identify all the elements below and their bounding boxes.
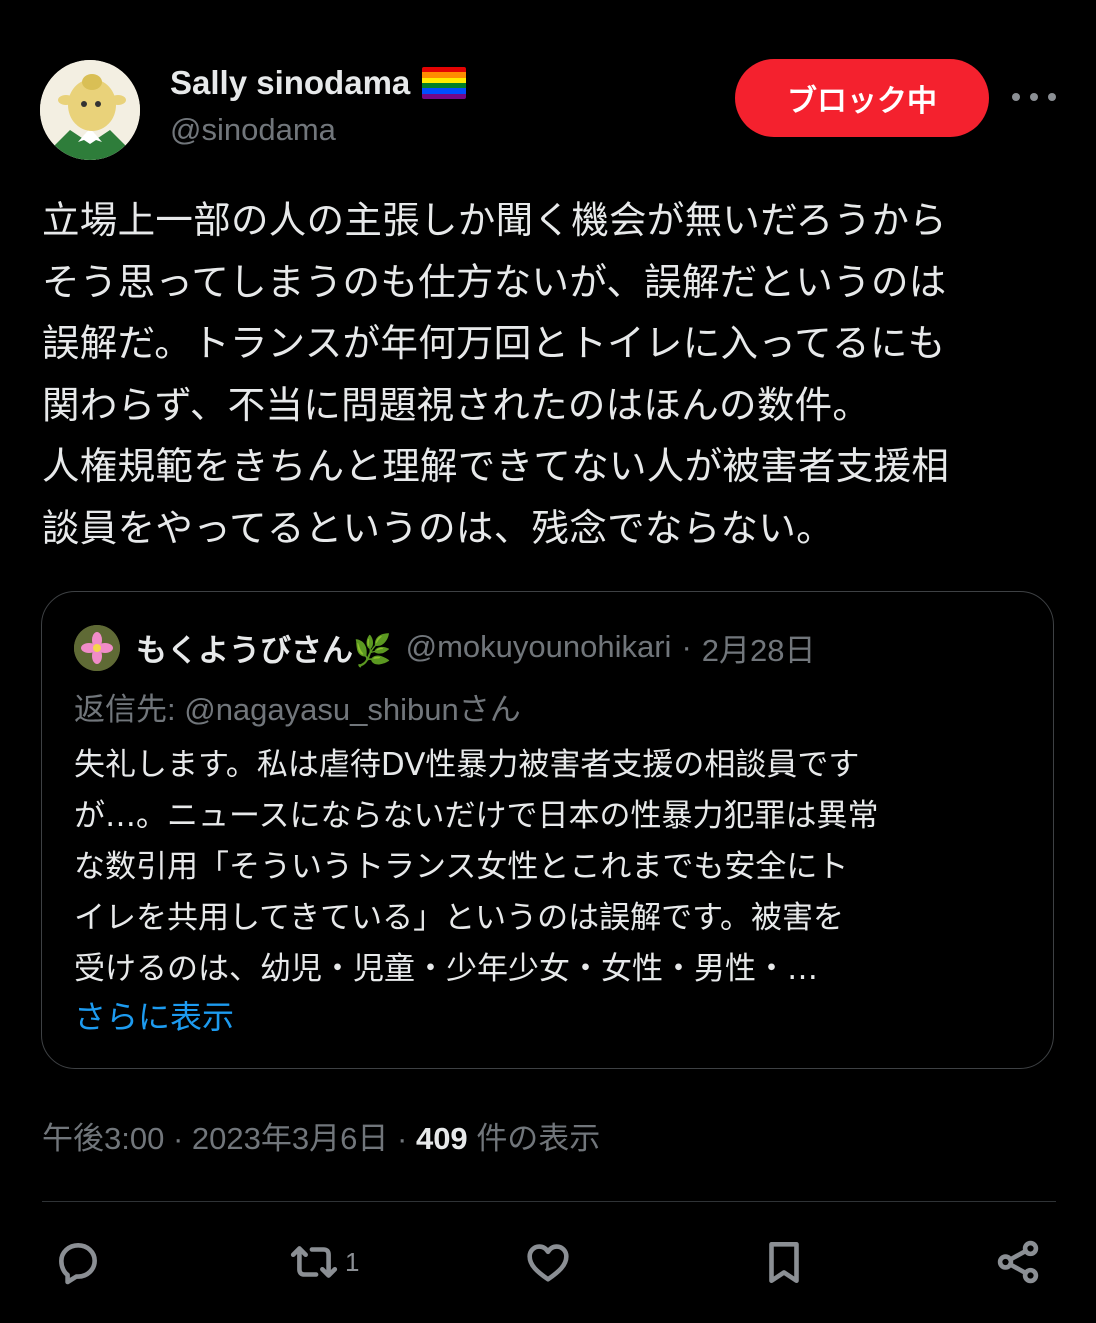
quoted-date: 2月28日 <box>701 632 816 668</box>
retweet-icon <box>290 1246 338 1278</box>
action-bar: 1 <box>0 1230 1096 1300</box>
share-button[interactable] <box>993 1230 1043 1294</box>
tweet-date[interactable]: 2023年3月6日 <box>192 1121 388 1156</box>
meta-separator-2: · <box>397 1121 408 1156</box>
show-more-link[interactable]: さらに表示 <box>74 992 234 1038</box>
quoted-display-name[interactable]: もくようびさん🌿 <box>136 625 392 670</box>
author-names: Sally sinodama @sinodama <box>170 60 467 148</box>
quoted-handle: @mokuyounohikari <box>405 629 672 664</box>
flower-icon <box>74 625 120 671</box>
retweet-count: 1 <box>345 1246 360 1277</box>
rainbow-flag-icon <box>422 67 467 99</box>
tweet-time[interactable]: 午後3:00 <box>42 1121 164 1156</box>
quoted-tweet[interactable]: もくようびさん🌿 @mokuyounohikari · 2月28日 返信先: @… <box>41 591 1054 1069</box>
tweet-header: Sally sinodama @sinodama ブロック中 <box>40 58 1056 162</box>
views-count: 409 <box>415 1121 468 1156</box>
more-horizontal-icon[interactable] <box>1012 82 1056 112</box>
quoted-text: 失礼します。私は虐待DV性暴力被害者支援の相談員です が…。ニュースにならないだ… <box>74 747 879 987</box>
blocked-button[interactable]: ブロック中 <box>735 59 989 137</box>
reply-icon <box>59 1243 97 1285</box>
quoted-separator: · <box>681 629 692 664</box>
reply-button[interactable] <box>53 1230 103 1294</box>
author-handle[interactable]: @sinodama <box>170 112 466 148</box>
bookmark-icon <box>769 1242 799 1284</box>
quoted-author-avatar <box>74 625 120 671</box>
views-label: 件の表示 <box>476 1121 601 1156</box>
retweet-button[interactable]: 1 <box>289 1230 359 1294</box>
meta-separator-1: · <box>172 1121 184 1156</box>
avatar-image <box>40 60 140 160</box>
author-display-name[interactable]: Sally sinodama <box>170 64 410 102</box>
tweet-timestamp: 午後3:00 · 2023年3月6日 · 409 件の表示 <box>42 1113 600 1158</box>
tweet-text: 立場上一部の人の主張しか聞く機会が無いだろうから そう思ってしまうのも仕方ないが… <box>42 198 950 550</box>
heart-icon <box>527 1244 569 1282</box>
divider <box>42 1201 1056 1202</box>
share-icon <box>997 1240 1039 1284</box>
like-button[interactable] <box>523 1230 573 1294</box>
quoted-reply-to: 返信先: @nagayasu_shibunさん <box>74 692 521 727</box>
quoted-header: もくようびさん🌿 @mokuyounohikari · 2月28日 <box>136 620 816 674</box>
author-avatar[interactable] <box>40 60 140 160</box>
bookmark-button[interactable] <box>759 1230 809 1294</box>
